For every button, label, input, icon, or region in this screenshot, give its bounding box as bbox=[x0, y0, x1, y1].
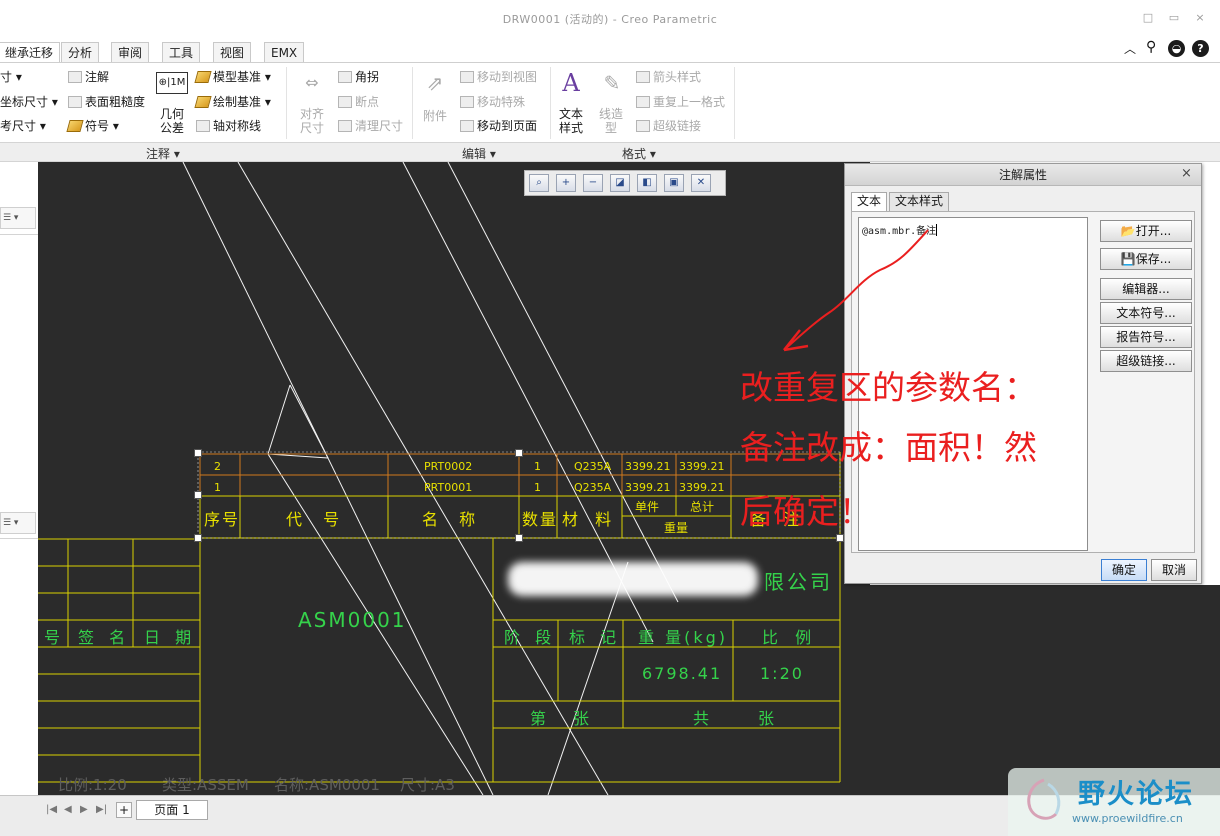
annotation-line-2: 备注改成：面积！然 bbox=[740, 428, 1037, 467]
sheet-tab[interactable]: 页面 1 bbox=[136, 800, 208, 820]
forum-logo bbox=[1027, 778, 1061, 820]
forum-url: www.proewildfire.cn bbox=[1072, 812, 1183, 825]
add-sheet-button[interactable]: + bbox=[116, 802, 132, 818]
annotation-line-3: 后确定！ bbox=[740, 492, 872, 531]
prev-page-icon[interactable]: ◀ bbox=[64, 804, 72, 815]
annotation-arrow bbox=[783, 229, 929, 352]
forum-name: 野火论坛 bbox=[1078, 779, 1194, 810]
last-page-icon[interactable]: ▶| bbox=[96, 804, 107, 815]
annotation-line-1: 改重复区的参数名： bbox=[740, 368, 1037, 407]
next-page-icon[interactable]: ▶ bbox=[80, 804, 88, 815]
forum-watermark: 野火论坛 www.proewildfire.cn bbox=[1008, 768, 1220, 836]
first-page-icon[interactable]: |◀ bbox=[46, 804, 57, 815]
